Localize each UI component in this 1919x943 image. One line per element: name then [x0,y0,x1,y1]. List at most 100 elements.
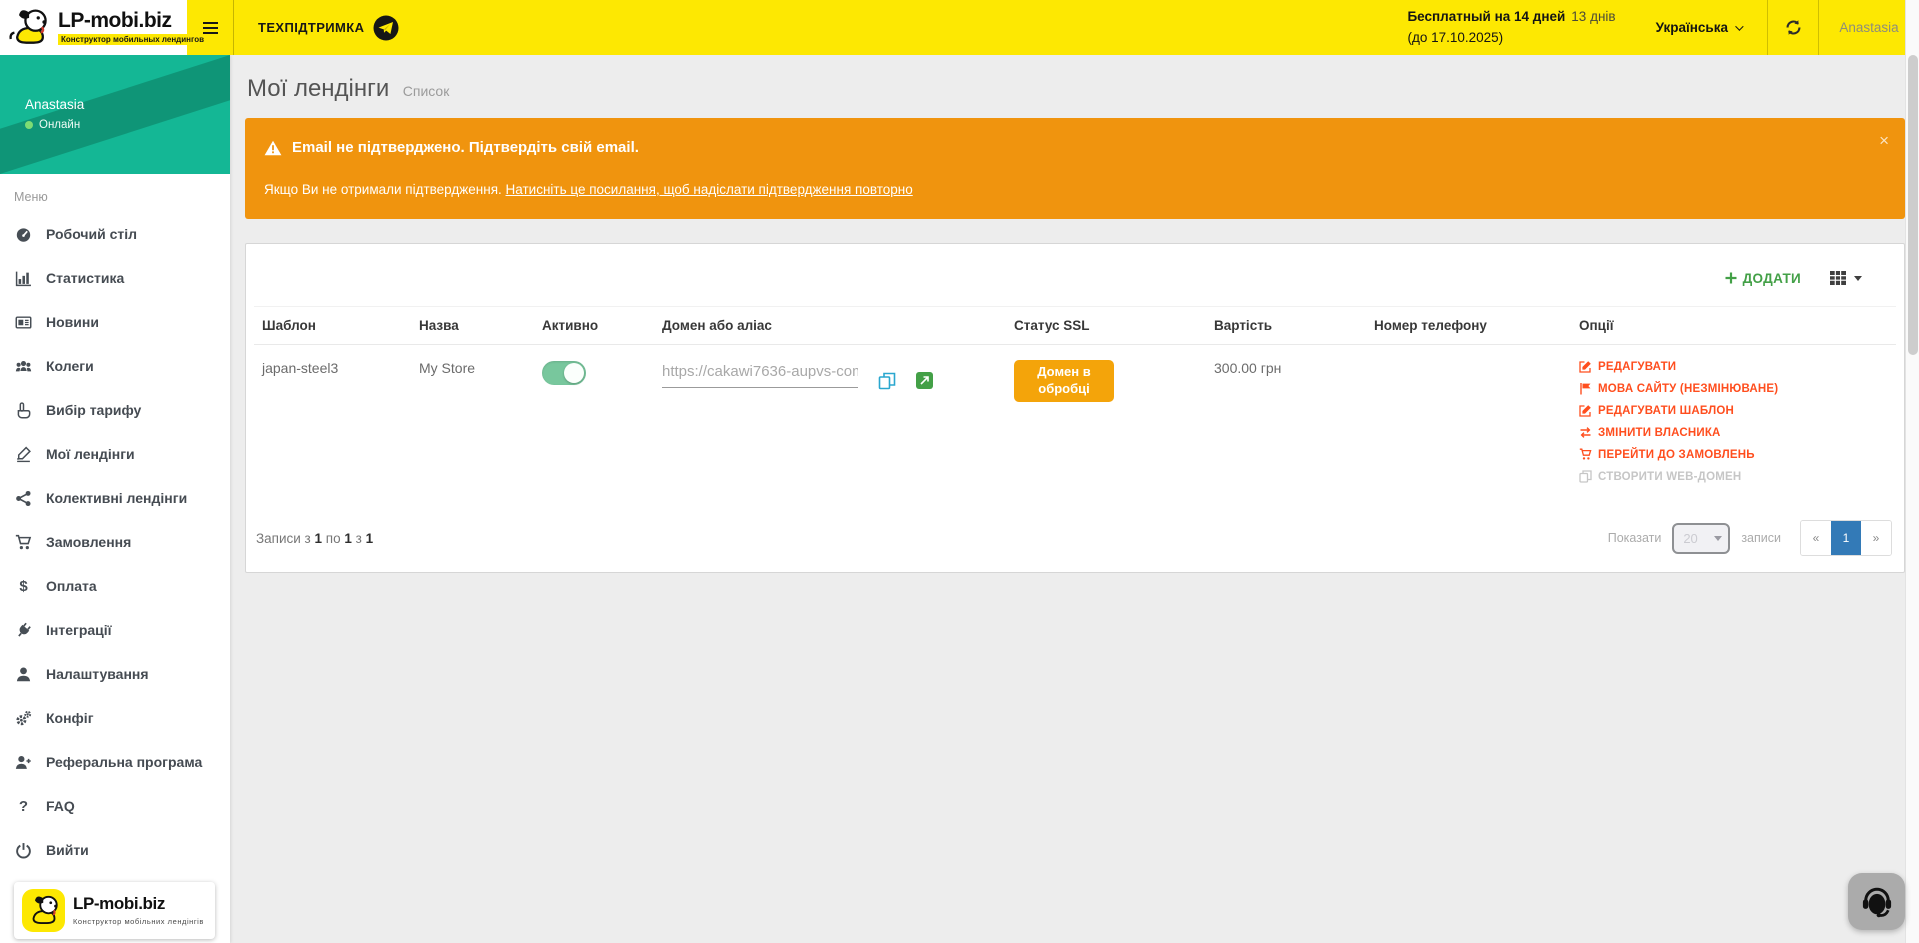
active-toggle[interactable] [542,361,586,385]
sidebar-item-label: Колективні лендінги [46,490,187,506]
external-link-icon [916,372,933,389]
copy-icon [1579,470,1592,483]
alert-title: Email не підтверджено. Підтвердіть свій … [292,139,639,156]
support-label: ТЕХПІДТРИМКА [258,20,364,35]
telegram-icon [373,15,399,41]
sidebar-item-settings[interactable]: Налаштування [0,652,230,696]
question-icon: ? [14,797,33,816]
chevron-down-icon [1735,22,1743,30]
sidebar-item-label: Робочий стіл [46,226,137,242]
sidebar-item-statistics[interactable]: Статистика [0,256,230,300]
online-dot-icon [25,121,33,129]
cart-icon [14,533,33,552]
option-go-to-orders[interactable]: ПЕРЕЙТИ ДО ЗАМОВЛЕНЬ [1579,448,1888,461]
page-size-select[interactable]: 20 [1672,523,1730,554]
column-header-template: Шаблон [254,307,411,345]
scrollbar-thumb[interactable] [1908,55,1918,355]
table-grid-icon [1829,270,1847,286]
sidebar-item-my-landings[interactable]: Мої лендінги [0,432,230,476]
power-icon [14,841,33,860]
user-icon [14,665,33,684]
sidebar-item-label: Замовлення [46,534,131,550]
scrollbar[interactable] [1905,0,1919,943]
sidebar-footer-logo[interactable]: LP-mobi.biz Конструктор мобільних лендін… [14,882,215,939]
main-content: Мої лендінги Список Email не підтверджен… [230,55,1905,943]
logo-subtitle: Конструктор мобильных лендингов [58,34,207,45]
column-header-name: Назва [411,307,534,345]
sidebar-item-colleagues[interactable]: Колеги [0,344,230,388]
page-subtitle: Список [403,83,450,99]
option-label: МОВА САЙТУ (НЕЗМІНЮВАНЕ) [1598,383,1778,395]
column-header-price: Вартість [1206,307,1366,345]
option-label: РЕДАГУВАТИ ШАБЛОН [1598,405,1734,417]
app-logo[interactable]: LP-mobi.biz Конструктор мобильных лендин… [0,0,187,55]
online-status: Онлайн [25,119,80,131]
topbar-yellow: ТЕХПІДТРИМКА Бесплатный на 14 дней13 дні… [187,0,1919,55]
sidebar-item-faq[interactable]: ? FAQ [0,784,230,828]
pager: « 1 » [1800,520,1892,556]
option-label: ЗМІНИТИ ВЛАСНИКА [1598,427,1721,439]
gears-icon [14,709,33,728]
resend-confirmation-link[interactable]: Натисніть це посилання, щоб надіслати пі… [506,182,913,197]
column-header-ssl: Статус SSL [1006,307,1206,345]
landing-icon [14,445,33,464]
sidebar-item-payment[interactable]: $ Оплата [0,564,230,608]
columns-dropdown-button[interactable] [1829,270,1862,286]
email-alert: Email не підтверджено. Підтвердіть свій … [245,118,1905,219]
domain-input[interactable] [662,360,858,388]
sidebar-footer-logo-title: LP-mobi.biz [73,895,204,914]
page-size-select-wrap: 20 [1672,523,1730,554]
header-username-label: Anastasia [1839,20,1898,35]
column-header-domain: Домен або аліас [654,307,1006,345]
refresh-button[interactable] [1767,0,1819,55]
option-edit-template[interactable]: РЕДАГУВАТИ ШАБЛОН [1579,404,1888,417]
page-1-button[interactable]: 1 [1831,521,1861,555]
refresh-icon [1785,19,1802,36]
support-chat-button[interactable] [1848,873,1905,930]
option-edit[interactable]: РЕДАГУВАТИ [1579,360,1888,373]
sidebar-toggle-button[interactable] [187,0,233,55]
option-site-language[interactable]: МОВА САЙТУ (НЕЗМІНЮВАНЕ) [1579,382,1888,395]
ssl-status-badge: Домен в обробці [1014,360,1114,402]
sidebar-item-dashboard[interactable]: Робочий стіл [0,212,230,256]
support-link[interactable]: ТЕХПІДТРИМКА [258,15,399,41]
copy-domain-button[interactable] [878,372,896,390]
headset-icon [1859,884,1895,920]
sidebar-item-logout[interactable]: Вийти [0,828,230,872]
option-change-owner[interactable]: ЗМІНИТИ ВЛАСНИКА [1579,426,1888,439]
sidebar-item-integrations[interactable]: Інтеграції [0,608,230,652]
sidebar-item-label: Колеги [46,358,94,374]
sidebar-item-referral[interactable]: Реферальна програма [0,740,230,784]
sidebar-item-collective-landings[interactable]: Колективні лендінги [0,476,230,520]
page-header: Мої лендінги Список [245,55,1905,118]
header-username[interactable]: Anastasia [1819,20,1919,35]
hand-pointer-icon [14,401,33,420]
landings-table: Шаблон Назва Активно Домен або аліас Ста… [254,306,1896,504]
sidebar-item-config[interactable]: Конфіг [0,696,230,740]
colleagues-icon [14,357,33,376]
sidebar-item-label: FAQ [46,798,75,814]
open-site-button[interactable] [916,372,933,389]
dashboard-icon [14,225,33,244]
sidebar-footer-logo-text: LP-mobi.biz Конструктор мобільних лендін… [73,895,204,926]
dog-logo-icon [8,6,52,50]
sidebar-item-news[interactable]: Новини [0,300,230,344]
cell-name: My Store [411,345,534,505]
alert-body: Якщо Ви не отримали підтвердження. Натис… [264,182,1865,197]
prev-page-button[interactable]: « [1801,521,1831,555]
table-footer: Записи з 1 по 1 з 1 Показати 20 записи [254,504,1896,572]
sidebar-item-orders[interactable]: Замовлення [0,520,230,564]
sidebar-item-tariff[interactable]: Вибір тарифу [0,388,230,432]
sidebar-item-label: Статистика [46,270,124,286]
alert-close-button[interactable]: × [1879,132,1889,149]
add-landing-label: ДОДАТИ [1743,271,1801,286]
dollar-icon: $ [14,577,33,596]
sidebar-username: Anastasia [25,97,84,112]
sidebar-item-label: Інтеграції [46,622,112,638]
add-landing-button[interactable]: ДОДАТИ [1725,271,1801,286]
next-page-button[interactable]: » [1861,521,1891,555]
sidebar-item-label: Конфіг [46,710,94,726]
language-selector[interactable]: Українська [1656,20,1741,35]
topbar-divider [233,0,234,55]
cell-price: 300.00 грн [1206,345,1366,505]
